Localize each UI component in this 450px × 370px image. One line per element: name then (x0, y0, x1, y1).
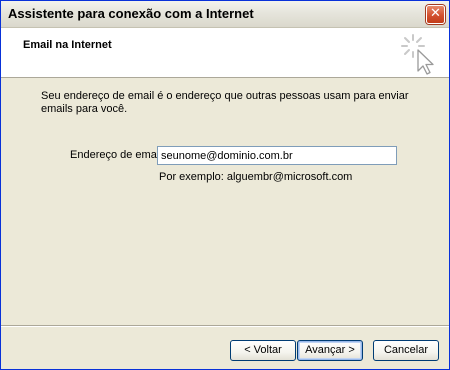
title-bar[interactable]: Assistente para conexão com a Internet ✕ (1, 1, 449, 28)
wizard-header: Email na Internet (1, 28, 449, 78)
email-field[interactable] (157, 146, 397, 165)
example-text: Por exemplo: alguembr@microsoft.com (159, 171, 353, 183)
email-label: Endereço de email: (70, 149, 165, 161)
window-title: Assistente para conexão com a Internet (8, 6, 254, 21)
back-button[interactable]: < Voltar (230, 340, 296, 361)
cursor-arrow-icon (401, 34, 434, 75)
close-icon: ✕ (430, 6, 441, 21)
next-button[interactable]: Avançar > (297, 340, 363, 361)
page-title: Email na Internet (23, 39, 112, 51)
wizard-window: Assistente para conexão com a Internet ✕… (0, 0, 450, 370)
description-text: Seu endereço de email é o endereço que o… (41, 90, 409, 115)
footer-divider (1, 325, 449, 327)
cancel-button[interactable]: Cancelar (373, 340, 439, 361)
close-button[interactable]: ✕ (426, 5, 445, 24)
